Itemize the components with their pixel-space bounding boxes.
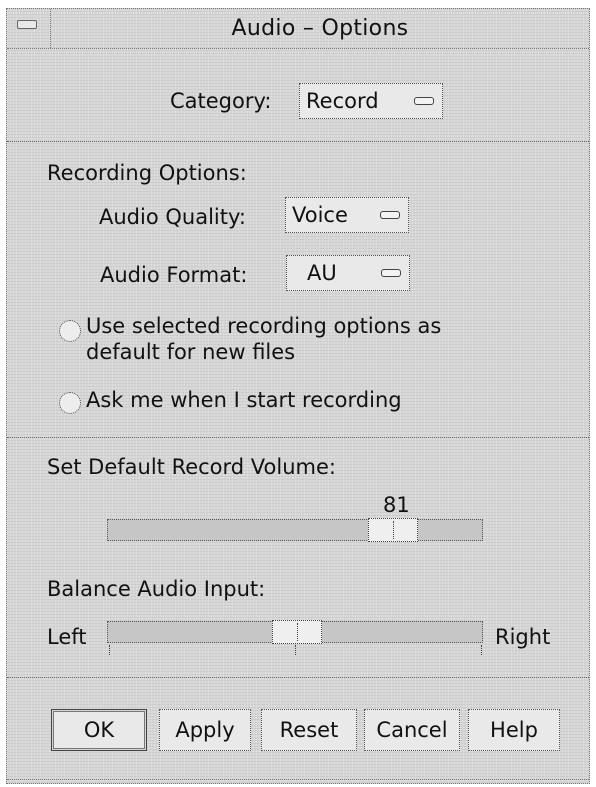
audio-format-value: AU (307, 261, 337, 285)
audio-quality-value: Voice (292, 203, 348, 227)
window-menu-icon (17, 20, 37, 29)
audio-quality-select[interactable]: Voice (285, 197, 409, 233)
balance-slider-thumb[interactable] (272, 620, 322, 644)
audio-options-window: Audio – Options Category: Record Recordi… (6, 8, 590, 784)
divider (7, 437, 589, 438)
category-value: Record (306, 89, 379, 113)
volume-slider[interactable] (107, 518, 483, 542)
window-title: Audio – Options (231, 16, 409, 41)
radio-use-selected-label-line1: Use selected recording options as (86, 314, 442, 338)
balance-tick-right (481, 645, 483, 655)
option-menu-icon (414, 97, 434, 105)
cancel-button[interactable]: Cancel (364, 709, 460, 751)
audio-format-select[interactable]: AU (286, 255, 410, 291)
balance-slider[interactable] (107, 620, 483, 644)
divider (7, 677, 589, 678)
reset-button[interactable]: Reset (261, 709, 357, 751)
apply-button[interactable]: Apply (159, 709, 251, 751)
default-volume-heading: Set Default Record Volume: (47, 455, 336, 479)
recording-options-heading: Recording Options: (47, 161, 247, 185)
help-button[interactable]: Help (468, 709, 560, 751)
option-menu-icon (380, 211, 400, 219)
audio-quality-label: Audio Quality: (99, 205, 246, 229)
window-bottom-edge (7, 779, 589, 785)
category-select[interactable]: Record (299, 83, 443, 119)
ok-button[interactable]: OK (51, 709, 147, 751)
volume-value: 81 (383, 493, 410, 517)
balance-right-label: Right (495, 625, 551, 649)
radio-use-selected-options[interactable] (59, 320, 81, 342)
radio-ask-when-recording[interactable] (59, 392, 81, 414)
title-bar: Audio – Options (7, 9, 589, 49)
balance-tick-center (295, 645, 297, 655)
radio-use-selected-label-line2: default for new files (86, 340, 296, 364)
option-menu-icon (381, 269, 401, 277)
window-menu-button[interactable] (7, 9, 51, 48)
balance-heading: Balance Audio Input: (47, 577, 266, 601)
audio-format-label: Audio Format: (100, 263, 248, 287)
category-label: Category: (170, 89, 272, 113)
volume-slider-thumb[interactable] (368, 518, 418, 542)
balance-tick-left (109, 645, 111, 655)
radio-ask-label: Ask me when I start recording (86, 388, 402, 412)
divider (7, 141, 589, 142)
balance-left-label: Left (47, 625, 87, 649)
